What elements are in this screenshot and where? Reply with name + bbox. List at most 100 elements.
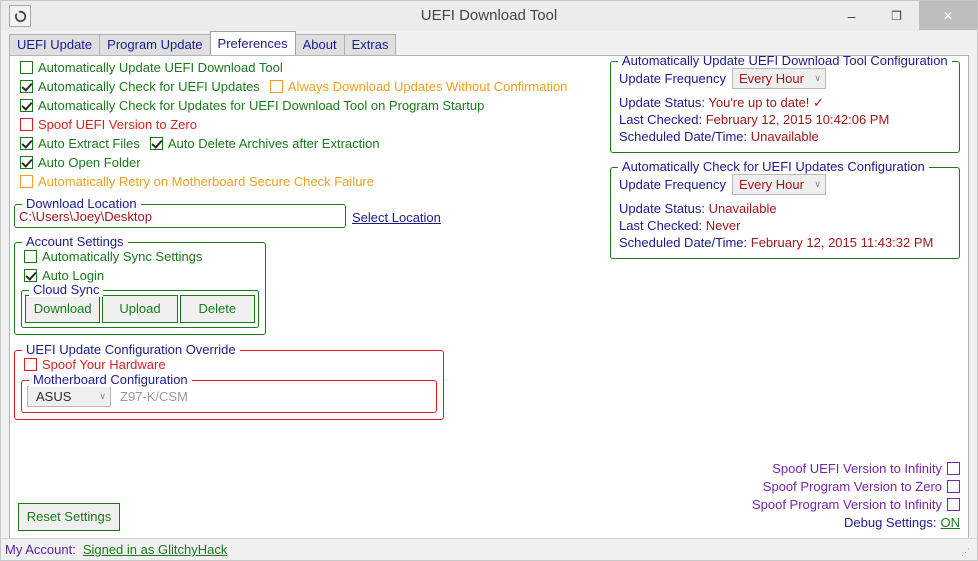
scheduled-label: Scheduled Date/Time: <box>619 129 748 144</box>
status-bar: My Account: Signed in as GlitchyHack ⋰ <box>1 538 977 560</box>
signed-in-link[interactable]: Signed in as GlitchyHack <box>83 542 228 557</box>
option-auto-check-uefi-updates-row: Automatically Check for UEFI Updates Alw… <box>20 78 614 95</box>
update-frequency-row: Update Frequency Every Hour ∨ <box>619 68 951 89</box>
selected-value: Every Hour <box>738 177 804 192</box>
last-checked-line: Last Checked: Never <box>619 217 951 234</box>
debug-settings-label: Debug Settings: <box>843 514 937 530</box>
checkbox-icon[interactable] <box>24 250 37 263</box>
option-label: Always Download Updates Without Confirma… <box>287 79 568 94</box>
scheduled-value: Unavailable <box>750 129 819 144</box>
account-settings-group: Account Settings Automatically Sync Sett… <box>14 235 266 335</box>
checkbox-icon[interactable] <box>20 137 33 150</box>
checkbox-icon[interactable] <box>269 80 283 93</box>
scheduled-label: Scheduled Date/Time: <box>619 235 748 250</box>
reset-settings-button[interactable]: Reset Settings <box>18 503 120 531</box>
option-spoof-your-hardware[interactable]: Spoof Your Hardware <box>21 356 437 373</box>
option-label: Spoof Program Version to Infinity <box>751 496 942 512</box>
uefi-override-group: UEFI Update Configuration Override Spoof… <box>14 343 444 420</box>
group-legend: Account Settings <box>22 235 128 249</box>
option-always-download-without-confirmation[interactable]: Always Download Updates Without Confirma… <box>269 79 568 94</box>
checkbox-icon[interactable] <box>947 497 960 511</box>
checkbox-icon[interactable] <box>20 156 33 169</box>
checkbox-icon[interactable] <box>20 80 33 93</box>
application-window: UEFI Download Tool – ❐ ✕ UEFI Update Pro… <box>0 0 978 561</box>
download-location-row: Download Location C:\Users\Joey\Desktop … <box>14 192 614 228</box>
tab-uefi-update[interactable]: UEFI Update <box>9 34 101 55</box>
checkbox-icon[interactable] <box>24 358 37 371</box>
option-spoof-uefi-version-zero[interactable]: Spoof UEFI Version to Zero <box>20 116 614 133</box>
option-label: Auto Open Folder <box>38 155 141 170</box>
group-legend: Automatically Check for UEFI Updates Con… <box>618 160 929 174</box>
option-label: Automatically Sync Settings <box>42 249 203 264</box>
checkbox-icon[interactable] <box>20 175 33 188</box>
group-legend: Download Location <box>22 197 141 211</box>
update-status-label: Update Status: <box>619 95 705 110</box>
select-location-link[interactable]: Select Location <box>352 210 441 228</box>
checkbox-icon[interactable] <box>947 461 960 475</box>
option-auto-open-folder[interactable]: Auto Open Folder <box>20 154 614 171</box>
chevron-down-icon: ∨ <box>814 179 821 189</box>
option-auto-retry-secure-check[interactable]: Automatically Retry on Motherboard Secur… <box>20 173 614 190</box>
scheduled-value: February 12, 2015 11:43:32 PM <box>750 235 934 250</box>
scheduled-line: Scheduled Date/Time: February 12, 2015 1… <box>619 234 951 251</box>
tab-program-update[interactable]: Program Update <box>99 34 211 55</box>
option-label: Spoof UEFI Version to Infinity <box>772 460 942 476</box>
checkbox-icon[interactable] <box>947 479 960 493</box>
debug-spoof-panel: Spoof UEFI Version to Infinity Spoof Pro… <box>752 459 960 531</box>
window-controls: – ❐ ✕ <box>829 1 977 30</box>
last-checked-line: Last Checked: February 12, 2015 10:42:06… <box>619 111 951 128</box>
debug-settings-toggle[interactable]: ON <box>941 515 961 530</box>
last-checked-label: Last Checked: <box>619 218 703 233</box>
option-spoof-uefi-version-infinity[interactable]: Spoof UEFI Version to Infinity <box>752 459 960 477</box>
cloud-sync-group: Cloud Sync Download Upload Delete <box>21 283 259 328</box>
refresh-circle-icon <box>9 5 31 27</box>
tab-about[interactable]: About <box>294 34 345 55</box>
checkbox-icon[interactable] <box>20 118 33 131</box>
group-legend: Cloud Sync <box>29 283 104 297</box>
last-checked-value: Never <box>705 218 741 233</box>
checkbox-icon[interactable] <box>24 269 37 282</box>
checkbox-icon[interactable] <box>20 61 33 74</box>
update-frequency-select[interactable]: Every Hour ∨ <box>731 174 826 195</box>
preference-options-list: Automatically Update UEFI Download Tool … <box>14 59 614 190</box>
option-auto-check-on-startup[interactable]: Automatically Check for Updates for UEFI… <box>20 97 614 114</box>
option-auto-sync-settings[interactable]: Automatically Sync Settings <box>21 248 259 265</box>
chevron-down-icon: ∨ <box>99 391 106 401</box>
option-label: Automatically Update UEFI Download Tool <box>38 60 283 75</box>
update-frequency-select[interactable]: Every Hour ∨ <box>731 68 826 89</box>
option-label: Spoof Your Hardware <box>42 357 166 372</box>
option-label: Spoof UEFI Version to Zero <box>38 117 197 132</box>
motherboard-row: ASUS ∨ Z97-K/CSM <box>27 386 431 407</box>
option-label: Automatically Retry on Motherboard Secur… <box>38 174 374 189</box>
checkbox-icon[interactable] <box>149 137 163 150</box>
update-frequency-row: Update Frequency Every Hour ∨ <box>619 174 951 195</box>
motherboard-brand-select[interactable]: ASUS ∨ <box>27 386 111 407</box>
checkbox-icon[interactable] <box>20 99 33 112</box>
motherboard-configuration-group: Motherboard Configuration ASUS ∨ Z97-K/C… <box>21 373 437 413</box>
cloud-download-button[interactable]: Download <box>25 295 101 323</box>
motherboard-model-input[interactable]: Z97-K/CSM <box>120 389 188 404</box>
resize-grip-icon[interactable]: ⋰ <box>961 546 973 558</box>
scheduled-line: Scheduled Date/Time: Unavailable <box>619 128 951 145</box>
maximize-button[interactable]: ❐ <box>874 1 919 30</box>
option-label: Auto Extract Files <box>38 136 140 151</box>
tab-bar: UEFI Update Program Update Preferences A… <box>9 31 977 55</box>
close-button[interactable]: ✕ <box>919 1 977 30</box>
selected-value: ASUS <box>36 389 72 404</box>
minimize-button[interactable]: – <box>829 1 874 30</box>
cloud-delete-button[interactable]: Delete <box>179 295 255 323</box>
option-spoof-program-version-zero[interactable]: Spoof Program Version to Zero <box>752 477 960 495</box>
cloud-upload-button[interactable]: Upload <box>102 295 178 323</box>
group-legend: Motherboard Configuration <box>29 373 192 387</box>
update-status-value: Unavailable <box>708 201 777 216</box>
update-status-line: Update Status: You're up to date! ✓ <box>619 94 951 111</box>
tab-preferences[interactable]: Preferences <box>209 31 296 55</box>
update-status-line: Update Status: Unavailable <box>619 200 951 217</box>
tab-extras[interactable]: Extras <box>343 34 397 55</box>
option-auto-update-tool[interactable]: Automatically Update UEFI Download Tool <box>20 59 614 76</box>
option-spoof-program-version-infinity[interactable]: Spoof Program Version to Infinity <box>752 495 960 513</box>
debug-settings-row: Debug Settings: ON <box>752 513 960 531</box>
cloud-sync-buttons: Download Upload Delete <box>25 295 255 323</box>
last-checked-value: February 12, 2015 10:42:06 PM <box>705 112 890 127</box>
option-auto-delete-archives[interactable]: Auto Delete Archives after Extraction <box>149 136 380 151</box>
